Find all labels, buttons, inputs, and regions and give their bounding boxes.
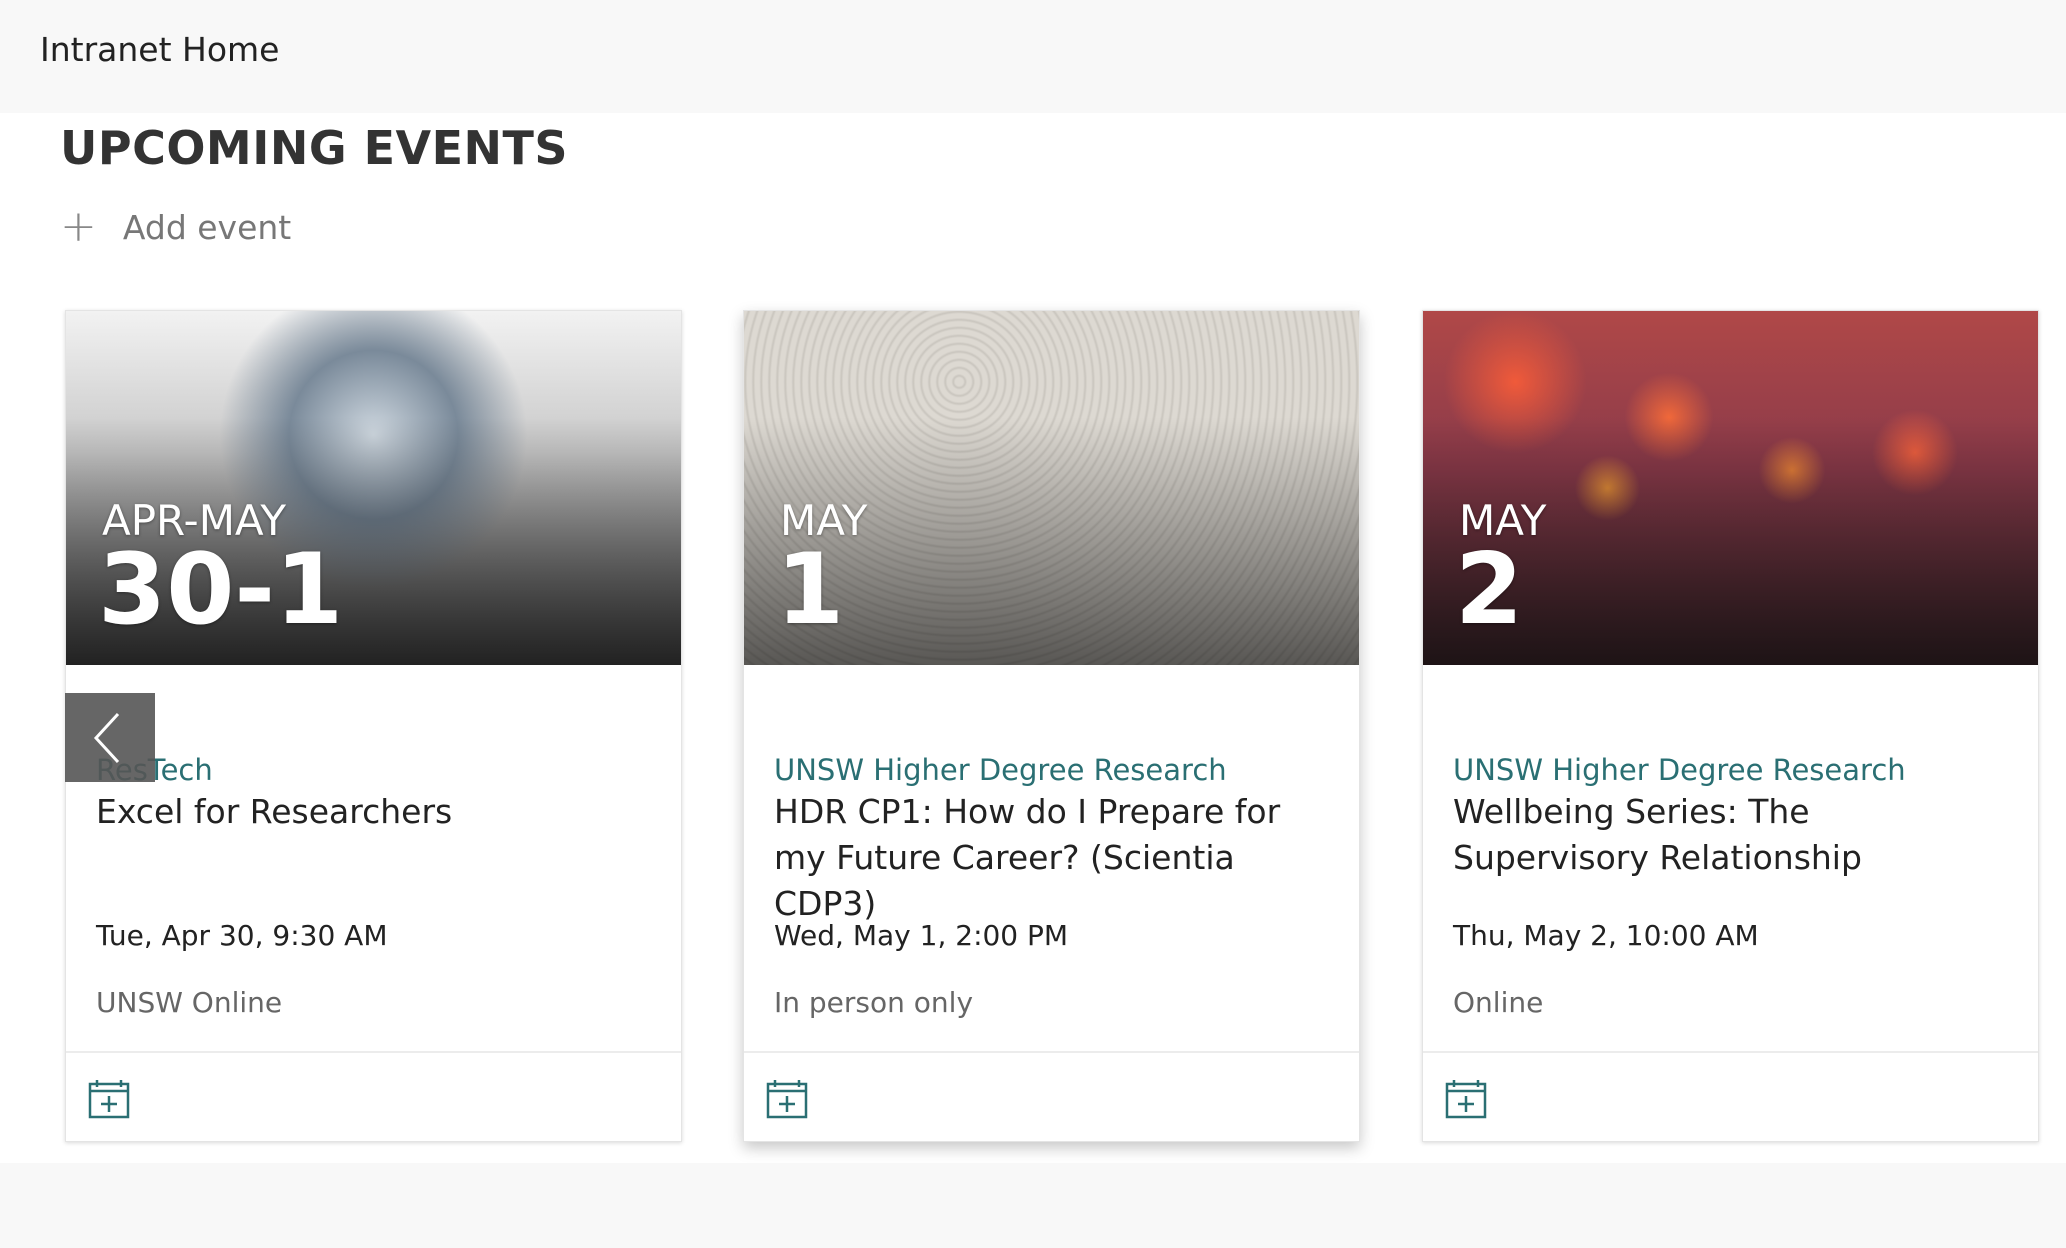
event-day: 30-1 [98, 533, 344, 647]
add-to-calendar-icon[interactable] [1445, 1079, 1487, 1119]
event-category: UNSW Higher Degree Research [1453, 753, 1906, 787]
event-datetime: Tue, Apr 30, 9:30 AM [96, 919, 388, 952]
event-card[interactable]: MAY 1 UNSW Higher Degree Research HDR CP… [743, 310, 1360, 1142]
event-datetime: Thu, May 2, 10:00 AM [1453, 919, 1759, 952]
event-location: In person only [774, 986, 974, 1019]
previous-button[interactable] [65, 693, 155, 782]
section-title: UPCOMING EVENTS [60, 121, 569, 175]
chevron-left-icon [93, 712, 120, 763]
event-location: UNSW Online [96, 986, 283, 1019]
site-title[interactable]: Intranet Home [40, 30, 279, 69]
event-day: 2 [1455, 533, 1524, 647]
divider [1423, 1051, 2038, 1053]
event-location: Online [1453, 986, 1544, 1019]
event-datetime: Wed, May 1, 2:00 PM [774, 919, 1069, 952]
event-card[interactable]: MAY 2 UNSW Higher Degree Research Wellbe… [1422, 310, 2039, 1142]
divider [66, 1051, 681, 1053]
event-title[interactable]: HDR CP1: How do I Prepare for my Future … [774, 789, 1334, 927]
plus-icon: + [60, 201, 97, 252]
event-day: 1 [776, 533, 845, 647]
event-category: UNSW Higher Degree Research [774, 753, 1227, 787]
add-event-button[interactable]: + Add event [60, 205, 291, 249]
event-card[interactable]: APR-MAY 30-1 ResTech Excel for Researche… [65, 310, 682, 1142]
top-bar: Intranet Home [0, 0, 2066, 113]
event-title[interactable]: Wellbeing Series: The Supervisory Relati… [1453, 789, 2013, 881]
page-footer-area [0, 1163, 2066, 1248]
add-to-calendar-icon[interactable] [88, 1079, 130, 1119]
add-to-calendar-icon[interactable] [766, 1079, 808, 1119]
divider [744, 1051, 1359, 1053]
event-title[interactable]: Excel for Researchers [96, 789, 656, 835]
add-event-label: Add event [122, 207, 292, 247]
